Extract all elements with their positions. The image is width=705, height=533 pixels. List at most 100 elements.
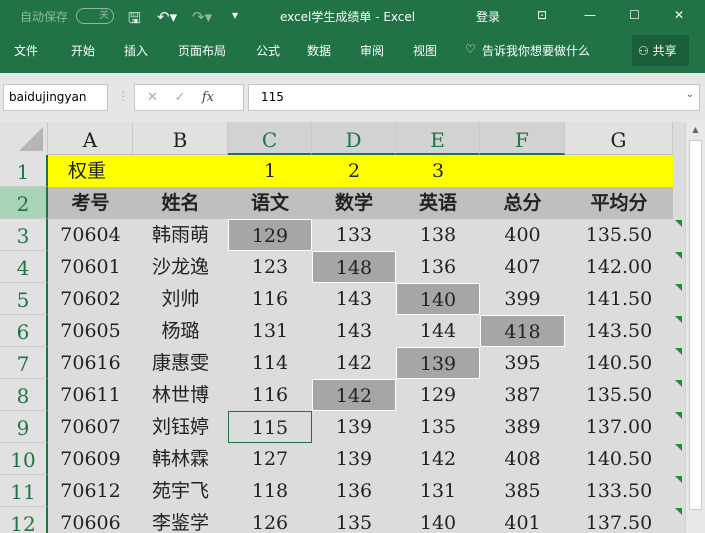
cell-C7[interactable]: 114 — [228, 347, 312, 379]
cell-A3[interactable]: 70604 — [48, 219, 133, 251]
row-header-8[interactable]: 8 — [0, 379, 48, 411]
cell-B5[interactable]: 刘帅 — [133, 283, 228, 315]
scroll-thumb[interactable] — [689, 140, 702, 510]
expand-icon[interactable]: ⌄ — [686, 89, 694, 100]
column-header-E[interactable]: E — [396, 122, 480, 155]
cell-B4[interactable]: 沙龙逸 — [133, 251, 228, 283]
column-header-C[interactable]: C — [228, 122, 312, 155]
row-header-1[interactable]: 1 — [0, 155, 48, 187]
vertical-scrollbar[interactable]: ▲ — [685, 122, 705, 533]
cell-G10[interactable]: 140.50 — [565, 443, 673, 475]
enter-icon[interactable]: ✓ — [174, 90, 185, 105]
cell-G7[interactable]: 140.50 — [565, 347, 673, 379]
cell-C8[interactable]: 116 — [228, 379, 312, 411]
cell-A12[interactable]: 70606 — [48, 507, 133, 533]
cell-F3[interactable]: 400 — [480, 219, 565, 251]
cell-D1[interactable]: 2 — [312, 155, 396, 187]
close-icon[interactable]: ✕ — [674, 8, 684, 22]
cell-G6[interactable]: 143.50 — [565, 315, 673, 347]
tab-home[interactable]: 开始 — [71, 42, 95, 59]
cell-A10[interactable]: 70609 — [48, 443, 133, 475]
formula-input[interactable]: 115 ⌄ — [248, 84, 700, 111]
tell-me-search[interactable]: 告诉我你想要做什么 — [482, 42, 590, 59]
cell-G12[interactable]: 137.50 — [565, 507, 673, 533]
row-header-12[interactable]: 12 — [0, 507, 48, 533]
login-button[interactable]: 登录 — [476, 8, 500, 25]
cell-B9[interactable]: 刘钰婷 — [133, 411, 228, 443]
cell-F10[interactable]: 408 — [480, 443, 565, 475]
row-header-9[interactable]: 9 — [0, 411, 48, 443]
cell-G3[interactable]: 135.50 — [565, 219, 673, 251]
cell-F4[interactable]: 407 — [480, 251, 565, 283]
cell-F9[interactable]: 389 — [480, 411, 565, 443]
cell-F11[interactable]: 385 — [480, 475, 565, 507]
cell-F2[interactable]: 总分 — [480, 187, 565, 219]
cell-C3[interactable]: 129 — [228, 219, 312, 251]
cell-G9[interactable]: 137.00 — [565, 411, 673, 443]
cell-G4[interactable]: 142.00 — [565, 251, 673, 283]
cell-B8[interactable]: 林世博 — [133, 379, 228, 411]
cell-G1[interactable] — [565, 155, 673, 187]
cell-D7[interactable]: 142 — [312, 347, 396, 379]
row-header-10[interactable]: 10 — [0, 443, 48, 475]
cell-C6[interactable]: 131 — [228, 315, 312, 347]
cell-B3[interactable]: 韩雨萌 — [133, 219, 228, 251]
column-header-F[interactable]: F — [480, 122, 565, 155]
row-header-6[interactable]: 6 — [0, 315, 48, 347]
cell-D3[interactable]: 133 — [312, 219, 396, 251]
cell-E1[interactable]: 3 — [396, 155, 480, 187]
select-all-button[interactable] — [0, 122, 48, 155]
cell-E2[interactable]: 英语 — [396, 187, 480, 219]
cell-E3[interactable]: 138 — [396, 219, 480, 251]
cell-C5[interactable]: 116 — [228, 283, 312, 315]
undo-icon[interactable]: ↶▾ — [157, 8, 177, 26]
cell-D8[interactable]: 142 — [312, 379, 396, 411]
cell-G2[interactable]: 平均分 — [565, 187, 673, 219]
function-icon[interactable]: fx — [202, 90, 214, 105]
cell-G5[interactable]: 141.50 — [565, 283, 673, 315]
cell-D12[interactable]: 135 — [312, 507, 396, 533]
cell-A11[interactable]: 70612 — [48, 475, 133, 507]
row-header-3[interactable]: 3 — [0, 219, 48, 251]
cell-D2[interactable]: 数学 — [312, 187, 396, 219]
cell-A7[interactable]: 70616 — [48, 347, 133, 379]
cell-B6[interactable]: 杨璐 — [133, 315, 228, 347]
cell-C12[interactable]: 126 — [228, 507, 312, 533]
row-header-11[interactable]: 11 — [0, 475, 48, 507]
cell-D6[interactable]: 143 — [312, 315, 396, 347]
name-box[interactable]: baidujingyan — [3, 84, 108, 111]
tab-review[interactable]: 审阅 — [360, 42, 384, 59]
cell-F8[interactable]: 387 — [480, 379, 565, 411]
cell-E8[interactable]: 129 — [396, 379, 480, 411]
tab-file[interactable]: 文件 — [14, 42, 38, 59]
cell-B11[interactable]: 苑宇飞 — [133, 475, 228, 507]
cell-G11[interactable]: 133.50 — [565, 475, 673, 507]
cell-A9[interactable]: 70607 — [48, 411, 133, 443]
tab-data[interactable]: 数据 — [307, 42, 331, 59]
row-header-2[interactable]: 2 — [0, 187, 48, 219]
row-header-5[interactable]: 5 — [0, 283, 48, 315]
ribbon-display-icon[interactable]: ⊡ — [537, 8, 547, 22]
cell-B2[interactable]: 姓名 — [133, 187, 228, 219]
cell-A1[interactable]: 权重 — [48, 155, 133, 187]
cell-B12[interactable]: 李鉴学 — [133, 507, 228, 533]
tab-insert[interactable]: 插入 — [124, 42, 148, 59]
row-header-7[interactable]: 7 — [0, 347, 48, 379]
customize-toolbar-icon[interactable]: ▾ — [232, 8, 238, 22]
cell-E10[interactable]: 142 — [396, 443, 480, 475]
column-header-D[interactable]: D — [312, 122, 396, 155]
cell-A8[interactable]: 70611 — [48, 379, 133, 411]
cell-C9[interactable]: 115 — [228, 411, 312, 443]
cell-E12[interactable]: 140 — [396, 507, 480, 533]
cancel-icon[interactable]: ✕ — [147, 90, 158, 105]
cell-C2[interactable]: 语文 — [228, 187, 312, 219]
column-header-A[interactable]: A — [48, 122, 133, 155]
cell-D10[interactable]: 139 — [312, 443, 396, 475]
cell-E5[interactable]: 140 — [396, 283, 480, 315]
cell-F6[interactable]: 418 — [480, 315, 565, 347]
spreadsheet-grid[interactable]: A B C D E F G 1 权重 1 2 3 2 考号 姓名 语文 数学 英语 总分 平均分 3 70604 韩雨萌 12… — [0, 122, 685, 533]
drag-handle-icon[interactable]: ⋮ — [117, 89, 129, 103]
tab-view[interactable]: 视图 — [413, 42, 437, 59]
cell-E4[interactable]: 136 — [396, 251, 480, 283]
share-button[interactable]: ⚇ 共享 — [632, 35, 689, 66]
